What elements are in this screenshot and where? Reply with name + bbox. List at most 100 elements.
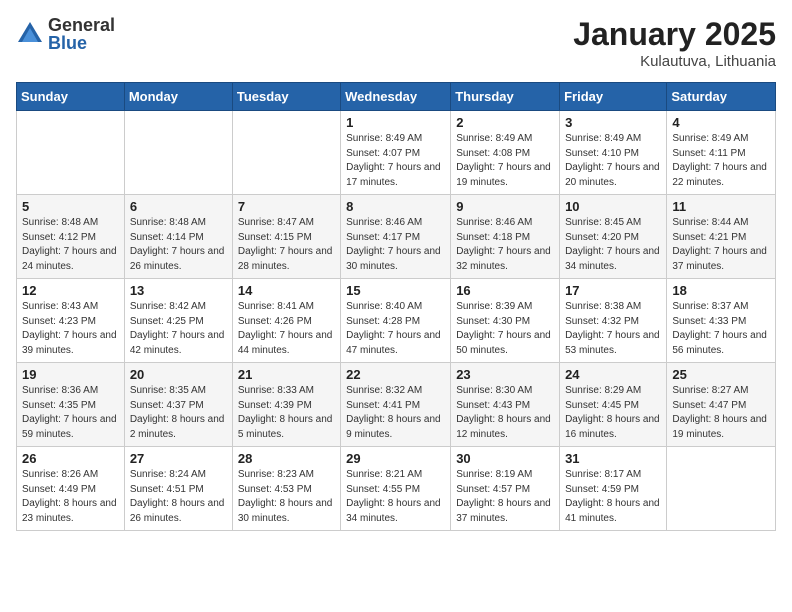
day-number: 3 [565,115,661,130]
day-detail: Sunrise: 8:35 AMSunset: 4:37 PMDaylight:… [130,384,227,442]
day-number: 2 [456,115,554,130]
calendar-cell: 6 Sunrise: 8:48 AMSunset: 4:14 PMDaylight… [124,195,232,279]
title-block: January 2025 Kulautuva, Lithuania [573,16,776,70]
calendar-cell: 20 Sunrise: 8:35 AMSunset: 4:37 PMDayligh… [124,363,232,447]
day-detail: Sunrise: 8:33 AMSunset: 4:39 PMDaylight:… [238,384,335,442]
day-detail: Sunrise: 8:45 AMSunset: 4:20 PMDaylight:… [565,216,661,274]
calendar-cell: 12Sunrise: 8:43 AMSunset: 4:23 PMDayligh… [17,279,125,363]
calendar-cell: 10 Sunrise: 8:45 AMSunset: 4:20 PMDayligh… [560,195,667,279]
day-detail: Sunrise: 8:37 AMSunset: 4:33 PMDaylight:… [672,300,770,358]
calendar-cell: 8Sunrise: 8:46 AMSunset: 4:17 PMDaylight… [341,195,451,279]
day-detail: Sunrise: 8:40 AMSunset: 4:28 PMDaylight:… [346,300,445,358]
day-number: 13 [130,283,227,298]
calendar-cell: 26Sunrise: 8:26 AMSunset: 4:49 PMDayligh… [17,447,125,531]
day-detail: Sunrise: 8:48 AMSunset: 4:12 PMDaylight:… [22,216,119,274]
column-header-thursday: Thursday [451,83,560,111]
calendar-cell: 14 Sunrise: 8:41 AMSunset: 4:26 PMDayligh… [232,279,340,363]
day-detail: Sunrise: 8:17 AMSunset: 4:59 PMDaylight:… [565,468,661,526]
calendar-cell: 7Sunrise: 8:47 AMSunset: 4:15 PMDaylight… [232,195,340,279]
calendar-cell: 25 Sunrise: 8:27 AMSunset: 4:47 PMDayligh… [667,363,776,447]
calendar-cell: 5 Sunrise: 8:48 AMSunset: 4:12 PMDaylight… [17,195,125,279]
day-number: 30 [456,451,554,466]
logo-text: General Blue [48,16,115,52]
calendar-week-row: 26Sunrise: 8:26 AMSunset: 4:49 PMDayligh… [17,447,776,531]
calendar-cell: 28Sunrise: 8:23 AMSunset: 4:53 PMDayligh… [232,447,340,531]
day-number: 16 [456,283,554,298]
calendar-week-row: 5 Sunrise: 8:48 AMSunset: 4:12 PMDaylight… [17,195,776,279]
month-title: January 2025 [573,16,776,53]
calendar-cell [667,447,776,531]
day-number: 17 [565,283,661,298]
day-number: 1 [346,115,445,130]
page-header: General Blue January 2025 Kulautuva, Lit… [16,16,776,70]
day-number: 23 [456,367,554,382]
day-number: 18 [672,283,770,298]
calendar-cell: 27 Sunrise: 8:24 AMSunset: 4:51 PMDayligh… [124,447,232,531]
day-detail: Sunrise: 8:48 AMSunset: 4:14 PMDaylight:… [130,216,227,274]
calendar-cell: 19 Sunrise: 8:36 AMSunset: 4:35 PMDayligh… [17,363,125,447]
day-number: 27 [130,451,227,466]
calendar-cell: 13 Sunrise: 8:42 AMSunset: 4:25 PMDayligh… [124,279,232,363]
calendar-table: SundayMondayTuesdayWednesdayThursdayFrid… [16,82,776,531]
calendar-cell: 30 Sunrise: 8:19 AMSunset: 4:57 PMDayligh… [451,447,560,531]
day-detail: Sunrise: 8:24 AMSunset: 4:51 PMDaylight:… [130,468,227,526]
location: Kulautuva, Lithuania [573,53,776,70]
calendar-cell: 29Sunrise: 8:21 AMSunset: 4:55 PMDayligh… [341,447,451,531]
day-number: 21 [238,367,335,382]
day-detail: Sunrise: 8:46 AMSunset: 4:17 PMDaylight:… [346,216,445,274]
day-number: 14 [238,283,335,298]
calendar-cell: 2 Sunrise: 8:49 AMSunset: 4:08 PMDaylight… [451,111,560,195]
day-number: 31 [565,451,661,466]
calendar-cell [232,111,340,195]
day-detail: Sunrise: 8:47 AMSunset: 4:15 PMDaylight:… [238,216,335,274]
day-detail: Sunrise: 8:49 AMSunset: 4:10 PMDaylight:… [565,132,661,190]
day-detail: Sunrise: 8:26 AMSunset: 4:49 PMDaylight:… [22,468,119,526]
day-number: 19 [22,367,119,382]
logo-icon [16,20,44,48]
day-detail: Sunrise: 8:41 AMSunset: 4:26 PMDaylight:… [238,300,335,358]
column-header-saturday: Saturday [667,83,776,111]
column-header-monday: Monday [124,83,232,111]
day-number: 15 [346,283,445,298]
day-number: 5 [22,199,119,214]
column-header-wednesday: Wednesday [341,83,451,111]
column-header-tuesday: Tuesday [232,83,340,111]
day-detail: Sunrise: 8:49 AMSunset: 4:08 PMDaylight:… [456,132,554,190]
calendar-cell: 9Sunrise: 8:46 AMSunset: 4:18 PMDaylight… [451,195,560,279]
calendar-cell: 31 Sunrise: 8:17 AMSunset: 4:59 PMDayligh… [560,447,667,531]
column-header-sunday: Sunday [17,83,125,111]
day-detail: Sunrise: 8:27 AMSunset: 4:47 PMDaylight:… [672,384,770,442]
day-detail: Sunrise: 8:38 AMSunset: 4:32 PMDaylight:… [565,300,661,358]
day-detail: Sunrise: 8:46 AMSunset: 4:18 PMDaylight:… [456,216,554,274]
calendar-cell: 24Sunrise: 8:29 AMSunset: 4:45 PMDayligh… [560,363,667,447]
calendar-cell: 11Sunrise: 8:44 AMSunset: 4:21 PMDayligh… [667,195,776,279]
calendar-cell: 4Sunrise: 8:49 AMSunset: 4:11 PMDaylight… [667,111,776,195]
day-number: 4 [672,115,770,130]
calendar-week-row: 12Sunrise: 8:43 AMSunset: 4:23 PMDayligh… [17,279,776,363]
calendar-cell: 1 Sunrise: 8:49 AMSunset: 4:07 PMDaylight… [341,111,451,195]
calendar-cell: 22 Sunrise: 8:32 AMSunset: 4:41 PMDayligh… [341,363,451,447]
day-detail: Sunrise: 8:43 AMSunset: 4:23 PMDaylight:… [22,300,119,358]
calendar-cell: 18 Sunrise: 8:37 AMSunset: 4:33 PMDayligh… [667,279,776,363]
calendar-cell [124,111,232,195]
day-detail: Sunrise: 8:49 AMSunset: 4:07 PMDaylight:… [346,132,445,190]
calendar-cell: 21 Sunrise: 8:33 AMSunset: 4:39 PMDayligh… [232,363,340,447]
day-number: 6 [130,199,227,214]
day-number: 28 [238,451,335,466]
day-detail: Sunrise: 8:19 AMSunset: 4:57 PMDaylight:… [456,468,554,526]
day-detail: Sunrise: 8:42 AMSunset: 4:25 PMDaylight:… [130,300,227,358]
day-number: 10 [565,199,661,214]
logo: General Blue [16,16,115,52]
day-number: 24 [565,367,661,382]
day-detail: Sunrise: 8:32 AMSunset: 4:41 PMDaylight:… [346,384,445,442]
day-detail: Sunrise: 8:21 AMSunset: 4:55 PMDaylight:… [346,468,445,526]
calendar-week-row: 1 Sunrise: 8:49 AMSunset: 4:07 PMDaylight… [17,111,776,195]
calendar-cell: 23 Sunrise: 8:30 AMSunset: 4:43 PMDayligh… [451,363,560,447]
day-number: 22 [346,367,445,382]
day-detail: Sunrise: 8:30 AMSunset: 4:43 PMDaylight:… [456,384,554,442]
calendar-cell: 17 Sunrise: 8:38 AMSunset: 4:32 PMDayligh… [560,279,667,363]
day-number: 25 [672,367,770,382]
day-detail: Sunrise: 8:36 AMSunset: 4:35 PMDaylight:… [22,384,119,442]
calendar-cell: 15 Sunrise: 8:40 AMSunset: 4:28 PMDayligh… [341,279,451,363]
day-number: 20 [130,367,227,382]
